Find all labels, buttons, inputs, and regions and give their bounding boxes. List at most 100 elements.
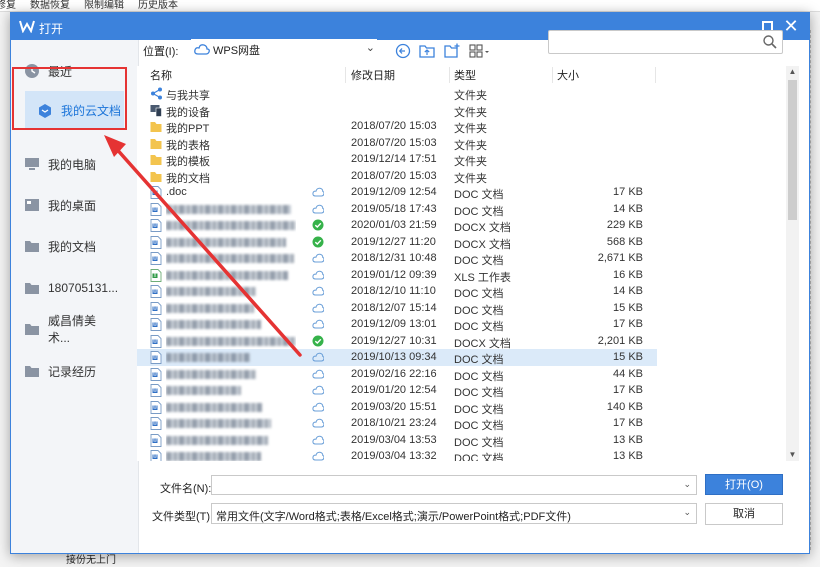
file-list[interactable]: 名称 修改日期 类型 大小 与我共享 文件夹 我的设备 文件夹 我的PPT 2018/07… [137,66,786,461]
up-folder-icon[interactable] [419,43,435,59]
doc-icon: W [150,285,162,298]
folder-icon [25,366,39,377]
doc-icon: W [150,252,162,265]
cloud-status-icon [312,319,324,329]
folder-icon [150,155,162,165]
file-row[interactable]: 我的设备 文件夹 [137,102,657,119]
file-row[interactable]: 我的表格 2018/07/20 15:03 文件夹 [137,135,657,152]
doc-icon: W [150,235,162,249]
file-row[interactable]: W 2018/10/21 23:24 DOC 文档 17 KB [137,415,657,432]
file-date: 2019/03/20 15:51 [351,400,437,413]
back-icon[interactable] [395,43,411,59]
file-row[interactable]: W 2019/12/27 10:31 DOCX 文档 2,201 KB [137,333,657,350]
file-size: 2,201 KB [597,334,643,347]
file-row[interactable]: W 2019/03/04 13:32 DOC 文档 13 KB [137,448,657,461]
share-icon [151,87,162,100]
svg-text:W: W [153,240,157,245]
file-size: 229 KB [606,219,643,231]
file-name-redacted [166,269,296,283]
file-row[interactable]: 我的模板 2019/12/14 17:51 文件夹 [137,151,657,168]
column-header-size[interactable]: 大小 [553,67,656,83]
file-date: 2018/07/20 15:03 [351,120,437,132]
file-row[interactable]: W 2020/01/03 21:59 DOCX 文档 229 KB [137,217,657,234]
chevron-down-icon: ⌄ [683,507,691,517]
file-size: 17 KB [613,417,643,429]
doc-icon: W [150,367,162,381]
file-row[interactable]: 我的文档 2018/07/20 15:03 文件夹 [137,168,657,185]
scroll-up-icon[interactable]: ▲ [786,66,799,78]
file-date: 2018/07/20 15:03 [351,136,437,149]
file-date: 2019/01/12 09:39 [351,268,437,281]
file-date: 2018/10/21 23:24 [351,417,437,429]
file-row[interactable]: W 2019/01/20 12:54 DOC 文档 17 KB [137,382,657,399]
file-date: 2019/01/20 12:54 [351,384,437,396]
cloud-status-icon [312,204,324,213]
cancel-button[interactable]: 取消 [705,503,783,525]
doc-icon: W [150,450,162,461]
file-row[interactable]: W .doc 2019/12/09 12:54 DOC 文档 17 KB [137,184,657,201]
file-row[interactable]: W 2018/12/07 15:14 DOC 文档 15 KB [137,300,657,317]
sidebar-item-label: 180705131... [48,281,119,295]
file-row[interactable]: W 2019/05/18 17:43 DOC 文档 14 KB [137,201,657,218]
cloud-status-icon [312,187,324,197]
sidebar-item[interactable]: 我的桌面 [14,185,114,225]
chevron-down-icon: ⌄ [365,42,375,54]
close-button[interactable]: ✕ [781,16,801,36]
file-row[interactable]: W 2019/03/20 15:51 DOC 文档 140 KB [137,399,657,416]
doc-icon: W [150,301,162,315]
file-size: 44 KB [613,367,643,380]
doc-icon: W [150,433,162,447]
file-row[interactable]: W 2019/12/27 11:20 DOCX 文档 568 KB [137,234,657,251]
filename-field[interactable]: ⌄ [211,475,697,495]
scroll-down-icon[interactable]: ▼ [786,449,799,461]
column-header-type[interactable]: 类型 [450,67,553,83]
sidebar-item[interactable]: 记录经历 [14,351,114,391]
file-row[interactable]: W 2019/12/09 13:01 DOC 文档 17 KB [137,316,657,333]
sidebar-item[interactable]: 180705131... [14,268,118,308]
vertical-scrollbar[interactable]: ▲ ▼ [786,66,799,461]
scrollbar-thumb[interactable] [788,80,797,220]
file-name-redacted [166,401,296,415]
cloud-status-icon [312,418,324,428]
sidebar-item[interactable]: 威昌倩美术... [14,309,114,349]
file-row[interactable]: W 2018/12/31 10:48 DOC 文档 2,671 KB [137,250,657,267]
file-row[interactable]: W 2018/12/10 11:10 DOC 文档 14 KB [137,283,657,300]
folder-icon [150,171,162,182]
cloud-icon [194,44,210,55]
menu-item-history[interactable]: 历史版本 [138,0,178,11]
new-folder-icon[interactable] [444,43,460,59]
annotation-highlight-box [12,67,127,130]
file-row[interactable]: 与我共享 文件夹 [137,85,657,102]
file-row[interactable]: X 2019/01/12 09:39 XLS 工作表 16 KB [137,267,657,284]
file-row[interactable]: W 2019/03/04 13:53 DOC 文档 13 KB [137,432,657,449]
menu-item-data-recovery[interactable]: 数据恢复 [30,0,70,11]
sidebar-item[interactable]: 我的文档 [14,226,114,266]
sidebar-item-label: 我的桌面 [48,198,97,213]
file-date: 2020/01/03 21:59 [351,219,437,231]
column-header-name[interactable]: 名称 [146,67,346,83]
filename-label: 文件名(N): [160,483,212,495]
doc-icon: W [150,202,162,216]
view-mode-icon[interactable] [469,43,491,59]
chevron-down-icon[interactable]: ⌄ [683,479,691,490]
cloud-status-icon [312,270,324,279]
synced-check-icon [312,219,324,231]
filetype-select[interactable]: 常用文件(文字/Word格式;表格/Excel格式;演示/PowerPoint格… [211,503,697,524]
open-button[interactable]: 打开(O) [705,474,783,495]
sidebar-item-label: 我的文档 [48,239,97,254]
file-size: 17 KB [613,318,643,330]
file-row[interactable]: 我的PPT 2018/07/20 15:03 文件夹 [137,118,657,135]
folder-icon [25,324,39,335]
file-row[interactable]: W 2019/02/16 22:16 DOC 文档 44 KB [137,366,657,383]
sidebar-item[interactable]: 我的电脑 [14,144,114,184]
menu-item-repair[interactable]: 修复 [0,0,16,11]
computer-icon [25,158,39,170]
column-header-date[interactable]: 修改日期 [347,67,450,83]
location-combo[interactable]: WPS网盘 ⌄ [191,39,377,60]
file-name-redacted [166,434,296,448]
folder-icon [25,241,39,252]
menu-item-restrict-edit[interactable]: 限制编辑 [84,0,124,11]
file-row[interactable]: W 2019/10/13 09:34 DOC 文档 15 KB [137,349,657,366]
search-input[interactable] [548,30,783,54]
file-type: DOC 文档 [454,453,504,461]
